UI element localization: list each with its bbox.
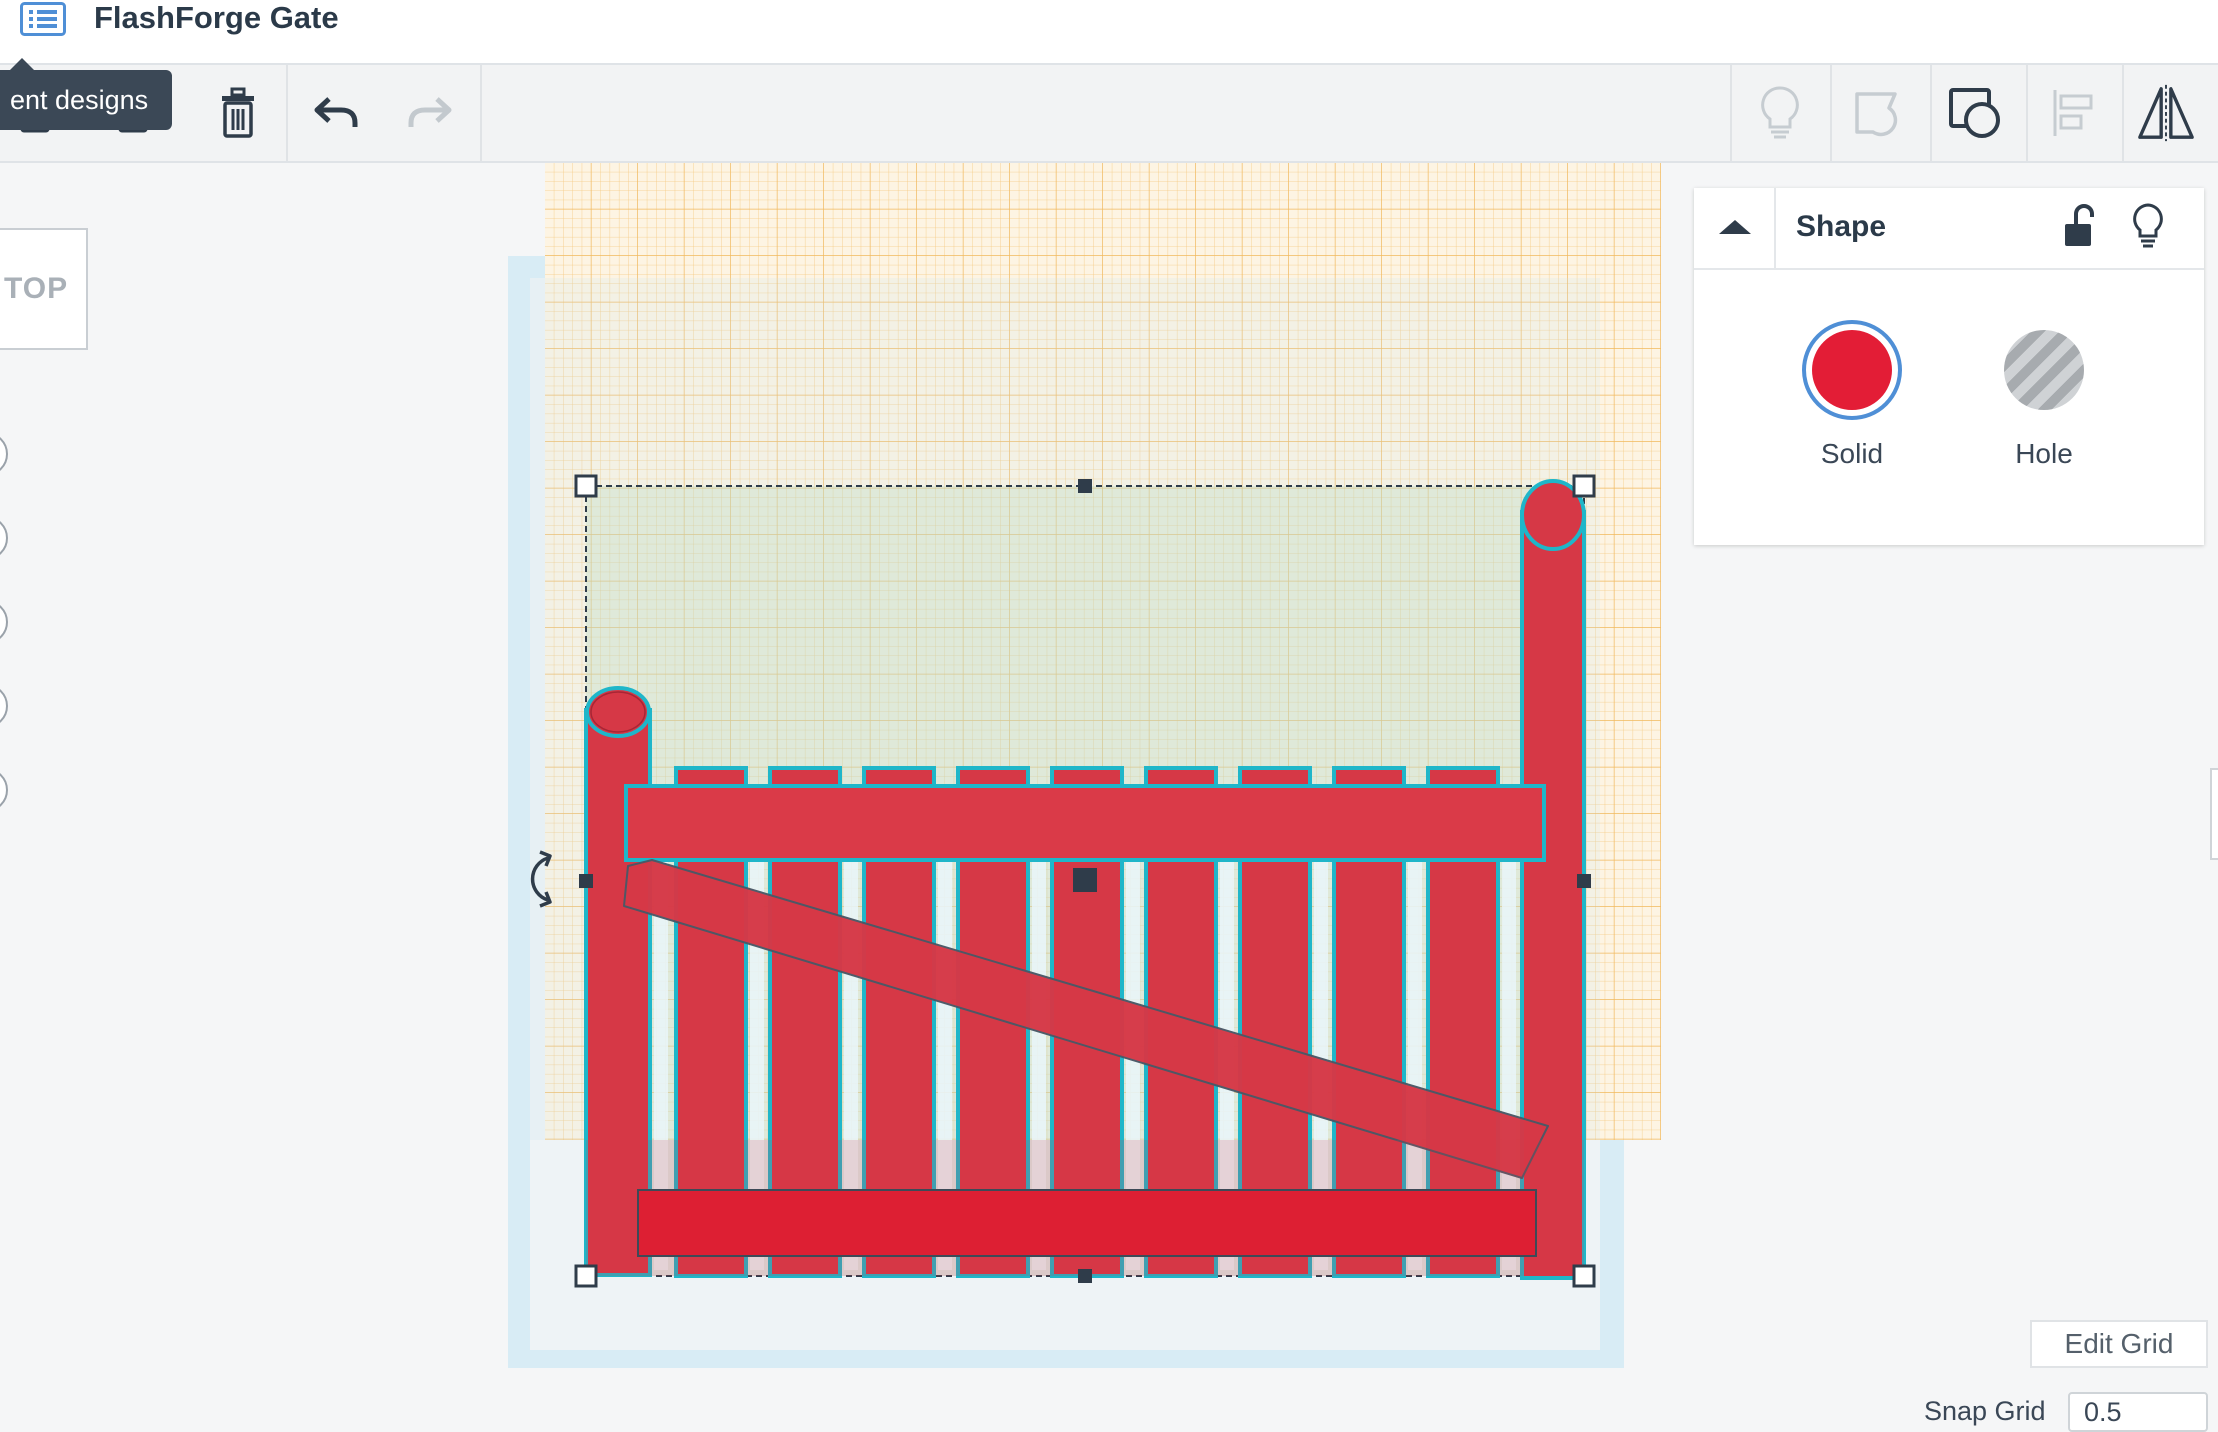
toolbar-divider <box>286 65 288 161</box>
corner-handle[interactable] <box>1572 1264 1596 1288</box>
solid-swatch-fill <box>1812 330 1892 410</box>
toolbar-divider <box>2026 65 2028 161</box>
mirror-icon <box>2138 84 2194 142</box>
align-icon <box>2053 90 2093 136</box>
corner-handle[interactable] <box>574 1264 598 1288</box>
solid-color-swatch[interactable] <box>1802 320 1902 420</box>
height-handle[interactable] <box>1073 868 1097 892</box>
toolbar <box>0 65 2218 163</box>
edge-handle[interactable] <box>1078 1269 1092 1283</box>
edit-grid-button[interactable]: Edit Grid <box>2030 1320 2208 1368</box>
ruler-button[interactable] <box>1946 83 2006 143</box>
edge-handle[interactable] <box>579 874 593 888</box>
snap-grid-select[interactable]: 0.5 <box>2068 1392 2208 1432</box>
recent-designs-tooltip: ent designs <box>0 58 173 130</box>
redo-icon <box>408 97 452 127</box>
lightbulb-icon[interactable] <box>2130 202 2166 250</box>
view-cube[interactable]: TOP <box>0 228 88 350</box>
toolbar-divider <box>1830 65 1832 161</box>
corner-handle[interactable] <box>574 474 598 498</box>
hole-swatch-fill <box>2004 330 2084 410</box>
toolbar-divider <box>480 65 482 161</box>
hole-label: Hole <box>2015 438 2073 469</box>
ruler-icon <box>1949 88 2000 138</box>
undo-button[interactable] <box>306 83 366 143</box>
edge-handle[interactable] <box>1577 874 1591 888</box>
shape-panel-header: Shape <box>1694 188 2204 270</box>
edge-handle[interactable] <box>1078 479 1092 493</box>
note-button[interactable] <box>1848 83 1908 143</box>
align-button[interactable] <box>2044 83 2104 143</box>
corner-handle[interactable] <box>1572 474 1596 498</box>
toolbar-divider <box>1930 65 1932 161</box>
toolbar-divider <box>2122 65 2124 161</box>
unlock-icon[interactable] <box>2062 204 2098 250</box>
notes-toggle-button[interactable] <box>1750 83 1810 143</box>
snap-grid-label: Snap Grid <box>1924 1396 2046 1426</box>
mirror-button[interactable] <box>2136 83 2196 143</box>
solid-label: Solid <box>1820 438 1884 469</box>
redo-button[interactable] <box>400 83 460 143</box>
trash-icon <box>222 87 254 138</box>
shape-inspector-panel: Shape Solid Hole <box>1694 188 2204 545</box>
collapse-panel-button[interactable] <box>1694 188 1776 268</box>
toolbar-divider <box>1730 65 1732 161</box>
top-rail[interactable] <box>624 784 1546 862</box>
bottom-rail[interactable] <box>637 1189 1537 1257</box>
design-title[interactable]: FlashForge Gate <box>94 0 339 36</box>
title-bar: FlashForge Gate <box>0 0 2218 65</box>
hole-swatch[interactable] <box>1994 320 2094 420</box>
shape-panel-title: Shape <box>1796 210 1887 243</box>
lightbulb-icon <box>1761 86 1799 139</box>
view-cube-face: TOP <box>4 272 69 305</box>
undo-icon <box>314 97 358 127</box>
delete-button[interactable] <box>208 83 268 143</box>
side-panel-tab[interactable] <box>2210 768 2218 860</box>
list-icon[interactable] <box>20 2 66 36</box>
note-icon <box>1855 92 1898 137</box>
